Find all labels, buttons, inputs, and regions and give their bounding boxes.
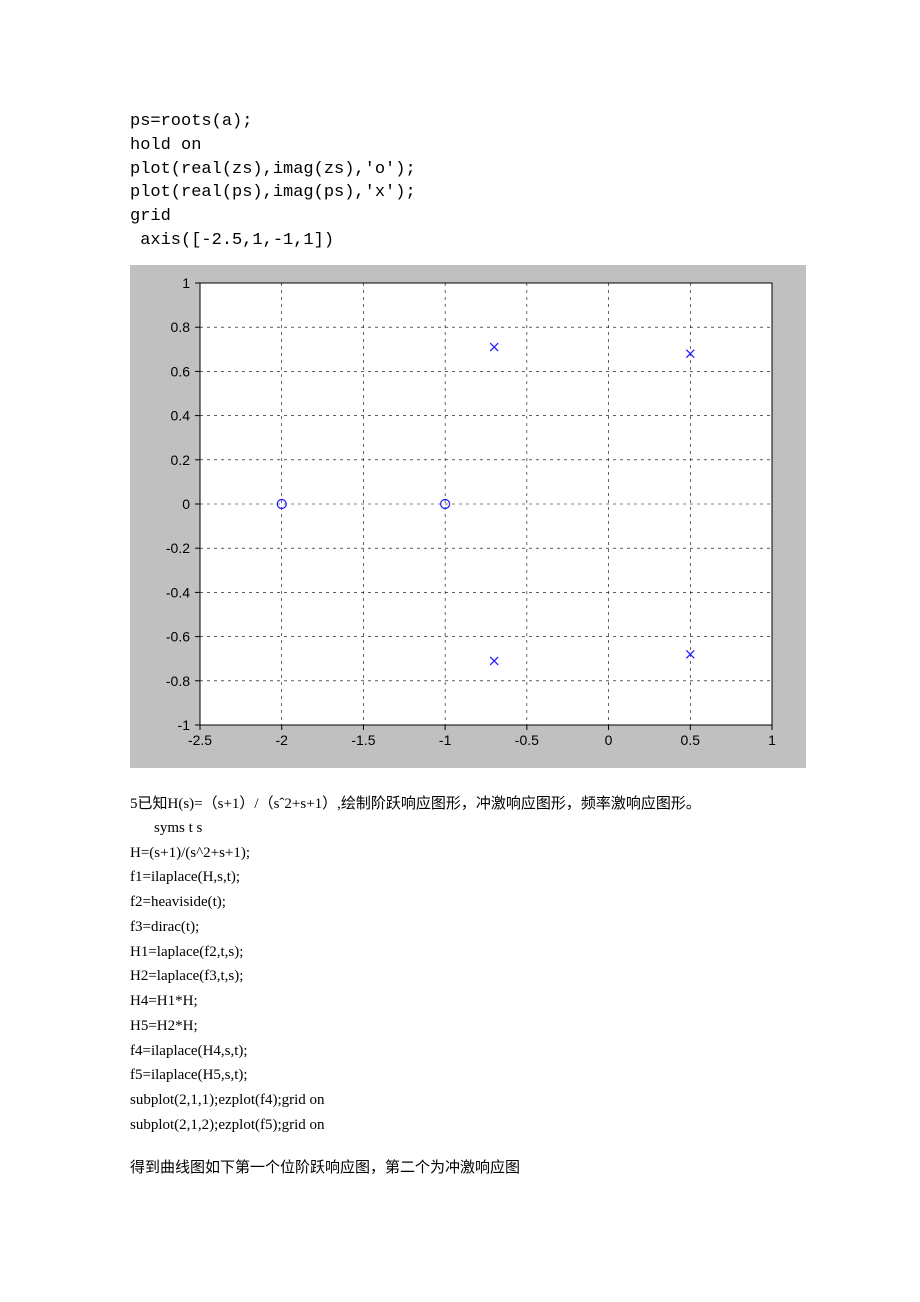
svg-text:-1: -1 xyxy=(439,732,452,748)
result-text: 得到曲线图如下第一个位阶跃响应图，第二个为冲激响应图 xyxy=(130,1156,800,1180)
svg-text:-2.5: -2.5 xyxy=(188,732,212,748)
svg-text:0.5: 0.5 xyxy=(681,732,701,748)
svg-text:1: 1 xyxy=(182,275,190,291)
code-line: H=(s+1)/(s^2+s+1); xyxy=(130,841,800,866)
svg-text:-1.5: -1.5 xyxy=(351,732,375,748)
code-line: axis([-2.5,1,-1,1]) xyxy=(130,231,334,250)
code-line: H1=laplace(f2,t,s); xyxy=(130,940,800,965)
svg-text:0: 0 xyxy=(605,732,613,748)
code-line: plot(real(ps),imag(ps),'x'); xyxy=(130,183,416,202)
figure-container: -2.5 -2 -1.5 -1 -0.5 0 0.5 1 -1 -0.8 -0.6 -0.4 -0.2 0… xyxy=(130,265,806,768)
svg-text:0.2: 0.2 xyxy=(171,452,191,468)
svg-text:-1: -1 xyxy=(178,717,191,733)
code-line: H4=H1*H; xyxy=(130,989,800,1014)
svg-text:-0.4: -0.4 xyxy=(166,584,190,600)
svg-text:-2: -2 xyxy=(275,732,288,748)
svg-text:-0.6: -0.6 xyxy=(166,628,190,644)
problem-5: 5已知H(s)=（s+1）/（sˆ2+s+1）,绘制阶跃响应图形，冲激响应图形，… xyxy=(130,792,800,1180)
svg-text:0.6: 0.6 xyxy=(171,363,191,379)
code-line: f5=ilaplace(H5,s,t); xyxy=(130,1063,800,1088)
svg-text:-0.5: -0.5 xyxy=(515,732,539,748)
matlab-code-block: ps=roots(a); hold on plot(real(zs),imag(… xyxy=(130,110,800,253)
code-line: subplot(2,1,1);ezplot(f4);grid on xyxy=(130,1088,800,1113)
code-line: subplot(2,1,2);ezplot(f5);grid on xyxy=(130,1113,800,1138)
svg-text:-0.2: -0.2 xyxy=(166,540,190,556)
code-line: hold on xyxy=(130,136,201,155)
svg-text:0.8: 0.8 xyxy=(171,319,191,335)
code-line: f2=heaviside(t); xyxy=(130,890,800,915)
code-line: f4=ilaplace(H4,s,t); xyxy=(130,1039,800,1064)
code-line: ps=roots(a); xyxy=(130,112,252,131)
code-line: H5=H2*H; xyxy=(130,1014,800,1039)
code-line: plot(real(zs),imag(zs),'o'); xyxy=(130,160,416,179)
svg-text:0.4: 0.4 xyxy=(171,407,191,423)
svg-text:-0.8: -0.8 xyxy=(166,673,190,689)
svg-text:1: 1 xyxy=(768,732,776,748)
code-line: syms t s xyxy=(130,816,800,841)
code-line: f1=ilaplace(H,s,t); xyxy=(130,865,800,890)
problem-statement: 5已知H(s)=（s+1）/（sˆ2+s+1）,绘制阶跃响应图形，冲激响应图形，… xyxy=(130,792,800,816)
code-line: f3=dirac(t); xyxy=(130,915,800,940)
document-page: ps=roots(a); hold on plot(real(zs),imag(… xyxy=(0,0,920,1240)
svg-text:0: 0 xyxy=(182,496,190,512)
code-line: H2=laplace(f3,t,s); xyxy=(130,964,800,989)
code-line: grid xyxy=(130,207,171,226)
pole-zero-plot: -2.5 -2 -1.5 -1 -0.5 0 0.5 1 -1 -0.8 -0.6 -0.4 -0.2 0… xyxy=(138,273,782,755)
